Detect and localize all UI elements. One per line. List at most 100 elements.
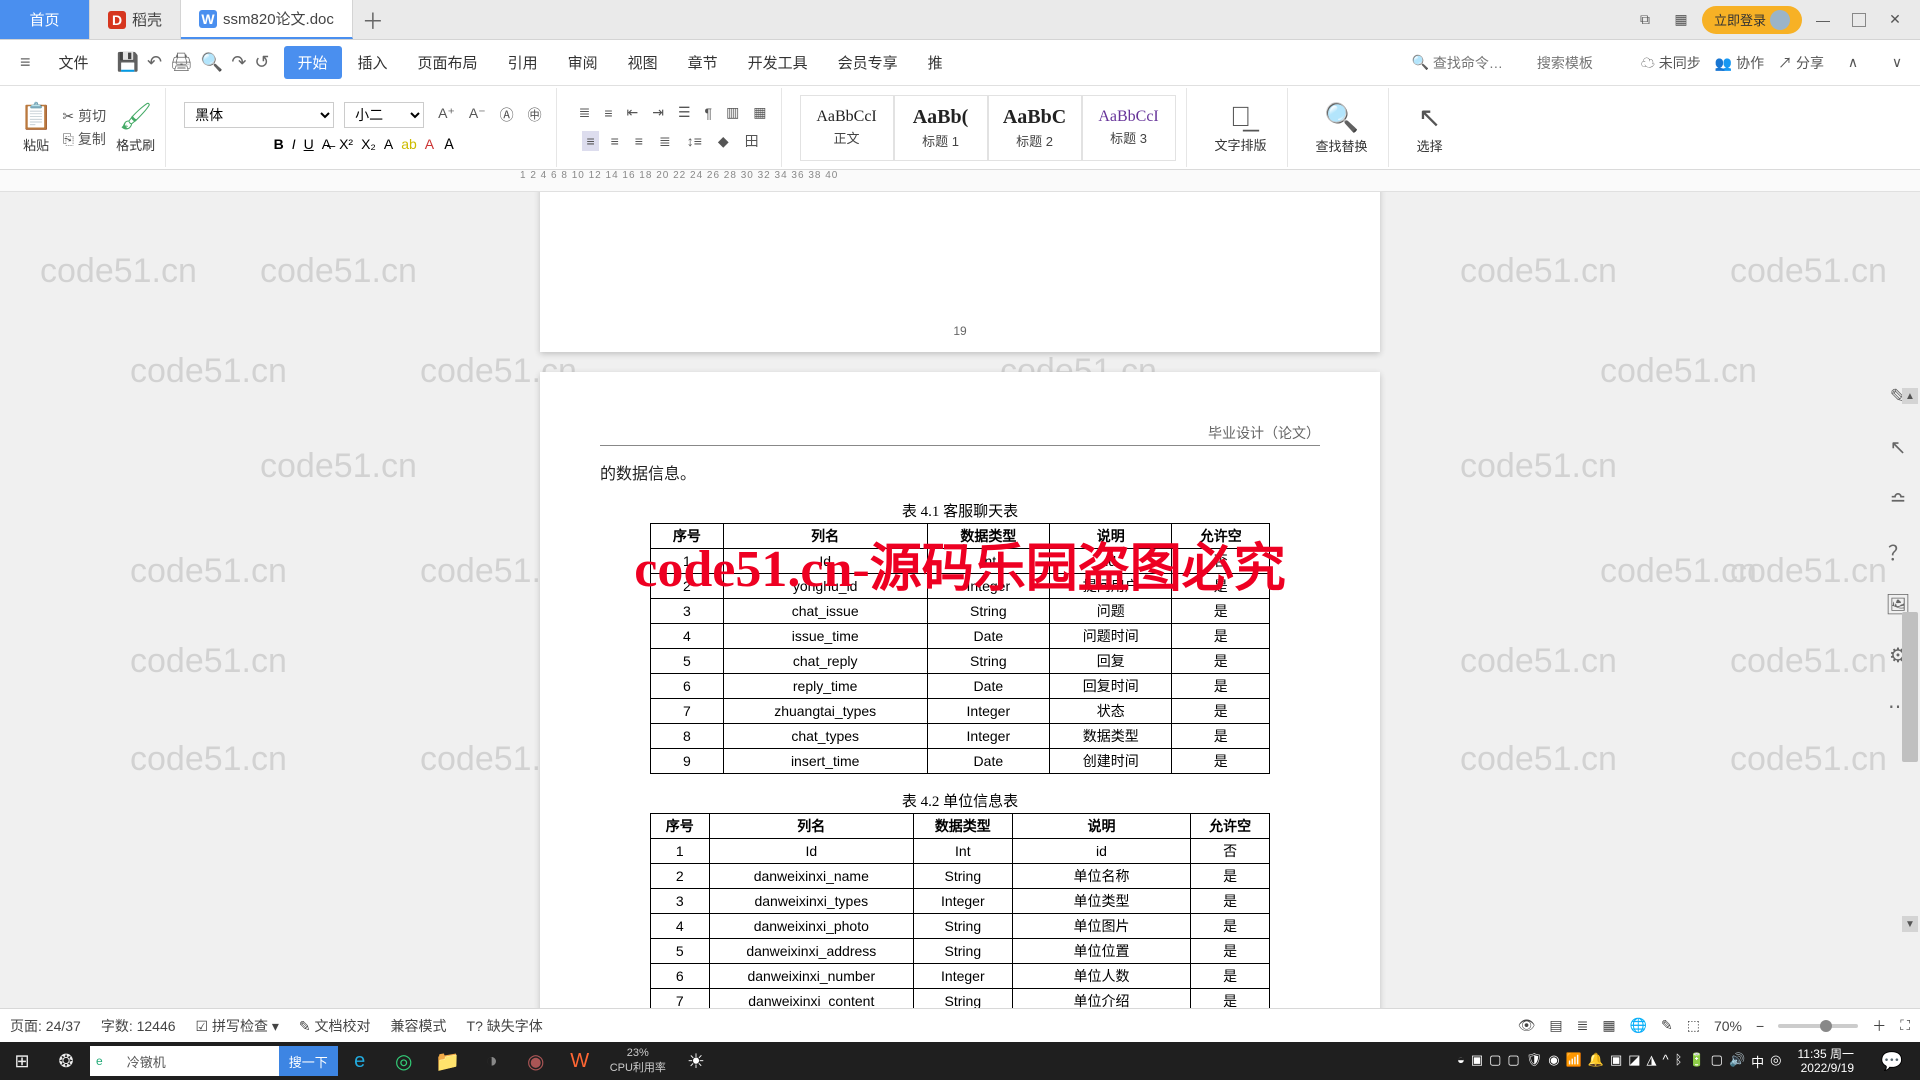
tray-icon[interactable]: ◪ (1628, 1052, 1640, 1071)
bullet-list-icon[interactable]: ≣ (575, 102, 595, 123)
status-page[interactable]: 页面: 24/37 (10, 1016, 81, 1036)
zoom-in-icon[interactable]: ＋ (1872, 1016, 1886, 1036)
decrease-indent-icon[interactable]: ⇤ (623, 102, 643, 123)
action-center-icon[interactable]: 💬 (1870, 1042, 1914, 1080)
menu-icon[interactable]: ≡ (20, 52, 31, 73)
taskbar-search-text[interactable]: 冷镦机 (109, 1052, 279, 1071)
menu-start[interactable]: 开始 (284, 46, 342, 79)
redo-icon[interactable]: ↷ (231, 52, 246, 73)
print-icon[interactable]: 🖨 (170, 52, 193, 73)
phonetic-icon[interactable]: ㊥ (524, 103, 546, 127)
highlight-button[interactable]: ab (401, 136, 417, 152)
close-button[interactable]: ✕ (1880, 5, 1910, 35)
find-replace-button[interactable]: 🔍查找替换 (1306, 97, 1378, 159)
menu-member[interactable]: 会员专享 (824, 46, 912, 79)
text-effect-button[interactable]: A (384, 136, 393, 152)
menu-view[interactable]: 视图 (614, 46, 672, 79)
status-proof[interactable]: ✎ 文档校对 (299, 1016, 371, 1036)
view-outline-icon[interactable]: ≣ (1577, 1017, 1589, 1034)
show-marks-icon[interactable]: ¶ (701, 103, 717, 123)
tb-browser2[interactable]: ◎ (382, 1042, 426, 1080)
share-button[interactable]: ↗ 分享 (1778, 53, 1824, 73)
table-border-icon[interactable]: 田 (741, 129, 763, 153)
undo-icon[interactable]: ↶ (147, 52, 162, 73)
scrollbar-thumb[interactable] (1902, 612, 1918, 762)
tray-ime-icon[interactable]: 中 (1751, 1052, 1764, 1071)
tray-bluetooth-icon[interactable]: ᛒ (1675, 1052, 1683, 1071)
minimize-button[interactable]: — (1808, 5, 1838, 35)
zoom-out-icon[interactable]: − (1756, 1018, 1764, 1034)
taskbar-clock[interactable]: 11:35 周一 2022/9/19 (1790, 1047, 1863, 1076)
menu-reference[interactable]: 引用 (494, 46, 552, 79)
pointer-icon[interactable]: ↖ (1890, 435, 1907, 460)
tab-daoke[interactable]: D稻壳 (90, 0, 181, 39)
tray-icon[interactable]: ▢ (1711, 1052, 1723, 1071)
maximize-button[interactable] (1844, 5, 1874, 35)
align-right-icon[interactable]: ≡ (631, 131, 647, 151)
tray-icon[interactable]: ◮ (1647, 1052, 1657, 1071)
strike-button[interactable]: A̶ (322, 136, 331, 152)
style-h1[interactable]: AaBb(标题 1 (894, 95, 988, 161)
menu-review[interactable]: 审阅 (554, 46, 612, 79)
view-annotate-icon[interactable]: ✎ (1661, 1017, 1673, 1034)
italic-button[interactable]: I (292, 136, 296, 152)
tray-icon[interactable]: ▢ (1507, 1052, 1519, 1071)
copy-button[interactable]: ⎘ 复制 (63, 129, 106, 149)
collapse-ribbon-icon[interactable]: ∧ (1838, 48, 1868, 78)
status-missing-font[interactable]: T? 缺失字体 (467, 1016, 543, 1036)
tb-explorer[interactable]: 📁 (426, 1042, 470, 1080)
weather-icon[interactable]: ☀ (674, 1042, 718, 1080)
help-icon[interactable]: ？ (1888, 537, 1908, 566)
template-search-input[interactable] (1537, 55, 1627, 71)
sync-status[interactable]: ☁ 未同步 (1641, 53, 1701, 73)
grow-font-icon[interactable]: A⁺ (434, 103, 459, 127)
collab-button[interactable]: 👥 协作 (1715, 53, 1764, 73)
align-center-icon[interactable]: ≡ (607, 131, 623, 151)
layout-icon[interactable]: ⧉ (1630, 5, 1660, 35)
start-button[interactable]: ⊞ (0, 1042, 44, 1080)
tray-icon[interactable]: ◎ (1770, 1052, 1781, 1071)
document-canvas[interactable]: code51.cn code51.cn code51.cn code51.cn … (0, 192, 1920, 1008)
more-icon[interactable]: ∨ (1882, 48, 1912, 78)
border-icon[interactable]: ▥ (722, 102, 743, 123)
style-h2[interactable]: AaBbC标题 2 (988, 95, 1082, 161)
tray-shield-icon[interactable]: 🛡 (1526, 1052, 1543, 1071)
copilot-icon[interactable]: ❂ (44, 1042, 88, 1080)
menu-recommend[interactable]: 推 (914, 46, 957, 79)
tray-icon[interactable]: ▢ (1489, 1052, 1501, 1071)
underline-button[interactable]: U (304, 136, 314, 152)
shrink-font-icon[interactable]: A⁻ (465, 103, 490, 127)
preview-icon[interactable]: 🔍 (201, 52, 223, 73)
style-h3[interactable]: AaBbCcI标题 3 (1082, 95, 1176, 161)
tb-wps[interactable]: W (558, 1042, 602, 1080)
char-border-button[interactable]: Ａ (442, 134, 456, 154)
clear-format-icon[interactable]: Ⓐ (496, 103, 518, 127)
fullscreen-icon[interactable]: ⛶ (1900, 1017, 1910, 1034)
line-spacing-icon[interactable]: ↕≡ (683, 131, 706, 151)
menu-file[interactable]: 文件 (45, 46, 103, 79)
format-painter-button[interactable]: 🖌格式刷 (116, 101, 155, 154)
tray-wifi-icon[interactable]: 📶 (1566, 1052, 1582, 1071)
align-left-icon[interactable]: ≡ (582, 131, 598, 151)
style-body[interactable]: AaBbCcI正文 (800, 95, 894, 161)
ruler[interactable]: 1 2 4 6 8 10 12 14 16 18 20 22 24 26 28 … (0, 170, 1920, 192)
sort-icon[interactable]: ☰ (674, 102, 695, 123)
view-read-icon[interactable]: ▤ (1549, 1017, 1562, 1034)
command-search[interactable]: 🔍 (1411, 54, 1522, 71)
sliders-icon[interactable]: ≏ (1890, 486, 1907, 511)
tray-icon[interactable]: ▣ (1610, 1052, 1622, 1071)
view-eye-icon[interactable]: 👁 (1518, 1017, 1536, 1034)
font-size-select[interactable]: 小二 (344, 102, 424, 128)
subscript-button[interactable]: X₂ (361, 136, 376, 152)
zoom-slider[interactable] (1778, 1024, 1858, 1028)
tray-icon[interactable]: ▣ (1471, 1052, 1483, 1071)
save-icon[interactable]: 💾 (117, 52, 139, 73)
font-color-button[interactable]: A (425, 136, 434, 152)
view-fit-icon[interactable]: ⬚ (1687, 1017, 1700, 1034)
paste-button[interactable]: 📋粘贴 (20, 101, 52, 154)
command-search-input[interactable] (1433, 55, 1523, 71)
tray-icon[interactable]: ◒ (1457, 1052, 1465, 1071)
scroll-up[interactable]: ▲ (1902, 388, 1918, 404)
scroll-down[interactable]: ▼ (1902, 916, 1918, 932)
fill-color-icon[interactable]: ◆ (714, 131, 733, 152)
